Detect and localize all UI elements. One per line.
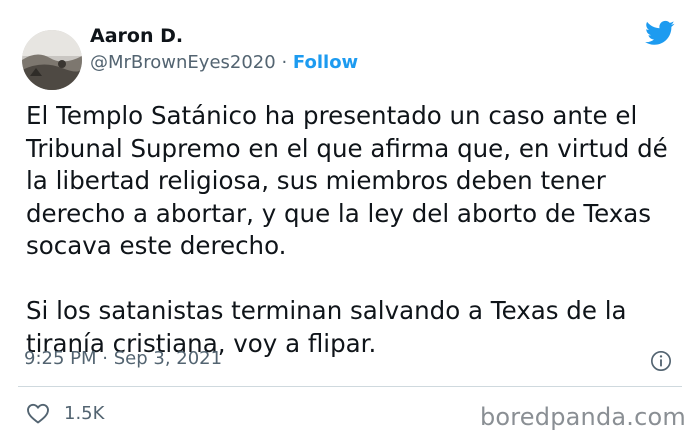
heart-icon[interactable] (26, 402, 50, 424)
author-handle-row: @MrBrownEyes2020 · Follow (90, 52, 358, 73)
like-action[interactable]: 1.5K (26, 402, 104, 424)
timestamp-separator: · (102, 348, 108, 369)
tweet-time: 9:25 PM (24, 348, 97, 369)
like-count: 1.5K (64, 402, 105, 424)
author-name[interactable]: Aaron D. (90, 25, 183, 47)
twitter-bird-icon[interactable] (643, 18, 677, 48)
handle-separator: · (281, 52, 288, 73)
tweet-text: El Templo Satánico ha presentado un caso… (26, 100, 676, 360)
avatar[interactable] (22, 30, 82, 90)
author-handle[interactable]: @MrBrownEyes2020 (90, 52, 276, 73)
tweet-paragraph: El Templo Satánico ha presentado un caso… (26, 101, 668, 260)
info-icon[interactable] (650, 350, 672, 372)
watermark: boredpanda.com (479, 403, 686, 431)
tweet-timestamp[interactable]: 9:25 PM · Sep 3, 2021 (24, 348, 222, 369)
avatar-image (22, 30, 82, 90)
divider (18, 386, 682, 387)
tweet-date: Sep 3, 2021 (113, 348, 223, 369)
follow-button[interactable]: Follow (293, 52, 358, 73)
